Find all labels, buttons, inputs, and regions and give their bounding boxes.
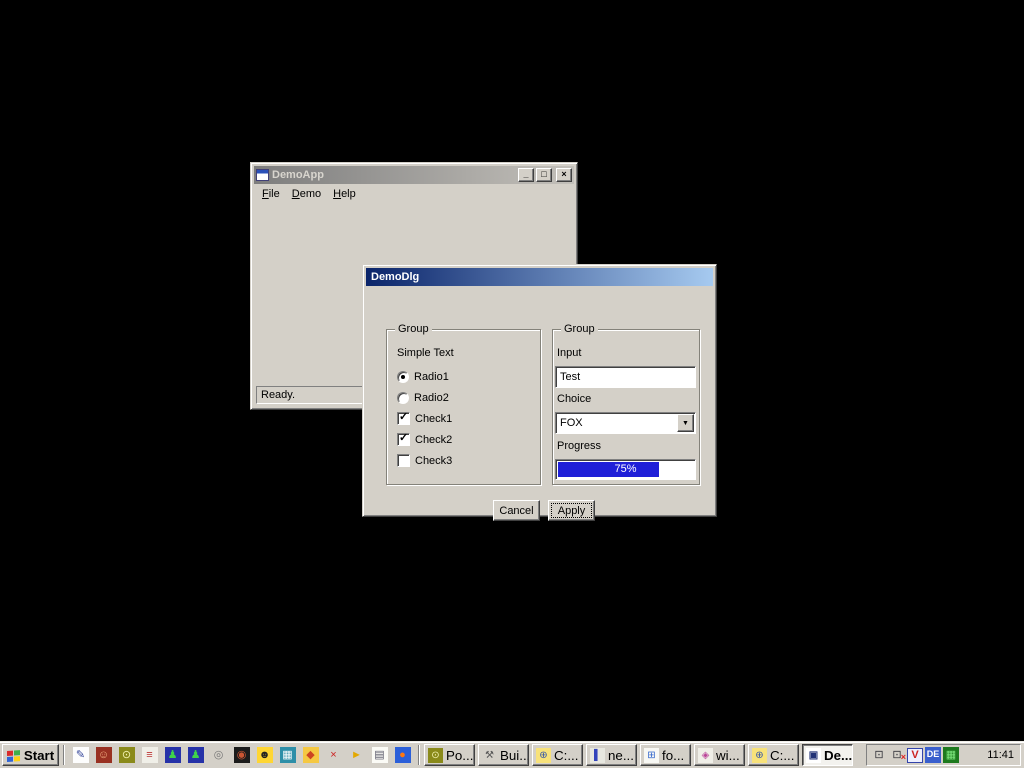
choice-combobox[interactable]: FOX ▼: [555, 412, 696, 434]
combobox-value: FOX: [556, 417, 676, 429]
checkbox-check2[interactable]: Check2: [397, 432, 452, 447]
error-cross-icon: ×: [901, 749, 906, 765]
separator: [63, 745, 65, 765]
quicklaunch-red-pinwheel-icon[interactable]: ×: [326, 747, 342, 763]
radio2-control[interactable]: [397, 392, 409, 404]
task-button-c1[interactable]: ⊕ C:...: [532, 744, 583, 766]
right-group-label: Group: [561, 323, 598, 335]
task-label: ne...: [608, 748, 634, 763]
task-label: wi...: [716, 748, 740, 763]
task-label: Po...: [446, 748, 473, 763]
check1-label: Check1: [415, 413, 452, 425]
task-label: C:...: [770, 748, 794, 763]
demodlg-dialog: DemoDlg Group Simple Text Radio1 Radio2 …: [362, 264, 717, 517]
language-indicator[interactable]: DE: [925, 747, 941, 763]
taskbar-clock[interactable]: 11:41: [987, 749, 1016, 761]
radio1-label: Radio1: [414, 371, 449, 383]
demoapp-titlebar[interactable]: DemoApp _ □ ×: [254, 166, 574, 184]
right-groupbox: Group Input Choice FOX ▼ Progress 75%: [552, 329, 700, 485]
task-label: De...: [824, 748, 852, 763]
grid-icon: ⊞: [644, 748, 659, 763]
window-icon: ▣: [806, 748, 821, 763]
separator: [418, 745, 420, 765]
minimize-icon[interactable]: _: [518, 168, 534, 182]
radio1-control[interactable]: [397, 371, 409, 383]
check2-label: Check2: [415, 434, 452, 446]
check3-control[interactable]: [397, 454, 410, 467]
input-field[interactable]: [555, 366, 696, 388]
task-button-ne[interactable]: ▌ ne...: [586, 744, 637, 766]
window-title: DemoApp: [272, 169, 324, 181]
progress-value: 75%: [556, 463, 695, 475]
pinwheel-icon: ◈: [698, 748, 713, 763]
checkbox-check3[interactable]: Check3: [397, 453, 452, 468]
quicklaunch-network-people-icon-2[interactable]: ♟: [188, 747, 204, 763]
task-button-c2[interactable]: ⊕ C:...: [748, 744, 799, 766]
dialog-title: DemoDlg: [371, 271, 419, 283]
simple-text-label: Simple Text: [397, 347, 454, 359]
quicklaunch-yellow-person-icon[interactable]: ☻: [257, 747, 273, 763]
taskbar: Start ✎ ☺ ⊙ ≡ ♟ ♟ ◎ ◉ ☻ ▦ ◆ × ► ▤ ● ⊙ Po…: [0, 741, 1024, 768]
choice-label: Choice: [557, 393, 591, 405]
checkbox-check1[interactable]: Check1: [397, 411, 452, 426]
quicklaunch-network-people-icon[interactable]: ♟: [165, 747, 181, 763]
start-label: Start: [24, 748, 54, 763]
close-icon[interactable]: ×: [556, 168, 572, 182]
antivirus-shield-icon[interactable]: V: [907, 748, 923, 763]
check3-label: Check3: [415, 455, 452, 467]
magnifier-icon: ⊕: [536, 748, 551, 763]
network-error-icon[interactable]: ⊡×: [889, 747, 905, 763]
network-computers-icon[interactable]: ⊡: [871, 747, 887, 763]
task-button-bui[interactable]: ⚒ Bui...: [478, 744, 529, 766]
progress-label: Progress: [557, 440, 601, 452]
task-button-fo[interactable]: ⊞ fo...: [640, 744, 691, 766]
olive-clock-icon: ⊙: [428, 748, 443, 763]
quicklaunch-calendar-icon[interactable]: ▤: [372, 747, 388, 763]
quicklaunch-teal-terminal-icon[interactable]: ▦: [280, 747, 296, 763]
task-label: C:...: [554, 748, 578, 763]
check2-control[interactable]: [397, 433, 410, 446]
hammer-icon: ⚒: [482, 748, 497, 763]
task-button-wi[interactable]: ◈ wi...: [694, 744, 745, 766]
start-button[interactable]: Start: [2, 744, 59, 766]
menu-file[interactable]: File: [256, 186, 286, 202]
radio-radio2[interactable]: Radio2: [397, 390, 449, 405]
progress-bar: 75%: [555, 459, 696, 480]
cancel-button[interactable]: Cancel: [493, 500, 540, 521]
task-button-de[interactable]: ▣ De...: [802, 744, 853, 766]
system-tray: ⊡ ⊡× V DE ▦ 11:41: [866, 744, 1021, 766]
radio-radio1[interactable]: Radio1: [397, 369, 449, 384]
quicklaunch-gray-ring-icon[interactable]: ◎: [211, 747, 227, 763]
radio2-label: Radio2: [414, 392, 449, 404]
quicklaunch-red-creature-icon[interactable]: ☺: [96, 747, 112, 763]
magnifier-icon: ⊕: [752, 748, 767, 763]
task-label: Bui...: [500, 748, 529, 763]
books-icon: ▌: [590, 748, 605, 763]
quicklaunch-olive-clock-icon[interactable]: ⊙: [119, 747, 135, 763]
check1-control[interactable]: [397, 412, 410, 425]
left-group-label: Group: [395, 323, 432, 335]
demodlg-titlebar[interactable]: DemoDlg: [366, 268, 713, 286]
windows-logo-icon: [7, 749, 21, 762]
quicklaunch-yellow-map-icon[interactable]: ◆: [303, 747, 319, 763]
menu-demo[interactable]: Demo: [286, 186, 327, 202]
left-groupbox: Group Simple Text Radio1 Radio2 Check1 C…: [386, 329, 541, 485]
task-button-po[interactable]: ⊙ Po...: [424, 744, 475, 766]
quicklaunch-pen-document-icon[interactable]: ✎: [73, 747, 89, 763]
maximize-icon[interactable]: □: [536, 168, 552, 182]
chevron-down-icon[interactable]: ▼: [677, 414, 694, 432]
quicklaunch-browser-globe-icon[interactable]: ●: [395, 747, 411, 763]
quicklaunch-dark-sphere-icon[interactable]: ◉: [234, 747, 250, 763]
apply-button[interactable]: Apply: [548, 500, 595, 521]
input-label: Input: [557, 347, 581, 359]
app-icon: [256, 169, 269, 181]
menubar: File Demo Help: [254, 184, 574, 203]
green-grid-icon[interactable]: ▦: [943, 747, 959, 763]
quicklaunch-notepad-icon[interactable]: ≡: [142, 747, 158, 763]
menu-help[interactable]: Help: [327, 186, 362, 202]
quicklaunch-gold-submarine-icon[interactable]: ►: [349, 747, 365, 763]
task-label: fo...: [662, 748, 684, 763]
